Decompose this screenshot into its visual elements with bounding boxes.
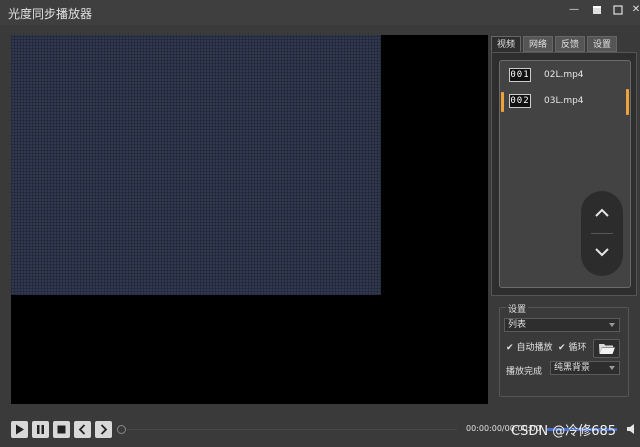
list-item[interactable]: 002 03L.mp4	[500, 90, 630, 114]
check-icon: ✔	[506, 343, 514, 353]
pause-icon	[37, 425, 44, 434]
on-finish-label: 播放完成	[506, 367, 543, 377]
settings-group: 设置 列表 ✔ 自动播放 ✔ 循环 播放完成 纯黑背景	[499, 302, 629, 397]
loop-label: 循环	[568, 343, 587, 353]
autoplay-checkbox[interactable]: ✔ 自动播放	[506, 340, 553, 353]
open-folder-button[interactable]	[593, 339, 620, 358]
next-button[interactable]	[95, 421, 112, 438]
chevron-right-icon	[100, 424, 108, 435]
side-tabs: 视频 网络 反馈 设置	[491, 36, 618, 52]
autoplay-label: 自动播放	[516, 343, 553, 353]
restore-icon[interactable]	[610, 3, 626, 17]
playlist[interactable]: 001 02L.mp4 002 03L.mp4	[499, 60, 631, 288]
chevron-up-icon[interactable]	[593, 204, 611, 222]
on-finish-select[interactable]: 纯黑背景	[550, 361, 620, 375]
chevron-down-icon	[609, 366, 615, 370]
tab-network[interactable]: 网络	[523, 36, 554, 52]
volume-icon[interactable]	[626, 423, 638, 435]
window-title: 光度同步播放器	[8, 7, 93, 21]
close-icon[interactable]: ✕	[628, 3, 640, 17]
loop-checkbox[interactable]: ✔ 循环	[558, 340, 587, 353]
play-icon	[16, 424, 24, 435]
number-icon: 002	[509, 94, 531, 108]
divider	[591, 233, 613, 234]
folder-icon	[599, 344, 615, 354]
stop-icon	[57, 425, 66, 434]
file-name: 02L.mp4	[544, 70, 584, 80]
chevron-down-icon[interactable]	[593, 243, 611, 261]
tab-feedback[interactable]: 反馈	[555, 36, 586, 52]
list-item[interactable]: 001 02L.mp4	[500, 64, 630, 88]
selection-marker	[501, 92, 504, 112]
chevron-down-icon	[609, 323, 615, 327]
scroll-indicator[interactable]	[626, 89, 629, 115]
progress-slider-handle[interactable]	[117, 425, 126, 434]
number-icon: 001	[509, 68, 531, 82]
progress-slider[interactable]	[127, 429, 457, 430]
chevron-left-icon	[78, 424, 86, 435]
title-bar: 光度同步播放器 — ✕	[0, 0, 640, 25]
watermark: CSDN @冷修685	[511, 424, 617, 439]
pause-button[interactable]	[32, 421, 49, 438]
video-display[interactable]	[11, 35, 488, 404]
file-name: 03L.mp4	[544, 96, 584, 106]
tab-video[interactable]: 视频	[491, 36, 522, 52]
settings-legend: 设置	[506, 302, 529, 315]
minimize-icon[interactable]: —	[566, 3, 582, 17]
check-icon: ✔	[558, 343, 566, 353]
on-finish-value: 纯黑背景	[554, 363, 591, 373]
play-button[interactable]	[11, 421, 28, 438]
video-overlay	[11, 35, 381, 295]
tab-settings[interactable]: 设置	[587, 36, 618, 52]
maximize-icon[interactable]	[589, 3, 605, 17]
playlist-panel: 001 02L.mp4 002 03L.mp4	[491, 52, 637, 296]
previous-button[interactable]	[74, 421, 91, 438]
scroll-control	[581, 191, 623, 276]
mode-select-value: 列表	[508, 320, 527, 330]
stop-button[interactable]	[53, 421, 70, 438]
mode-select[interactable]: 列表	[504, 318, 620, 332]
